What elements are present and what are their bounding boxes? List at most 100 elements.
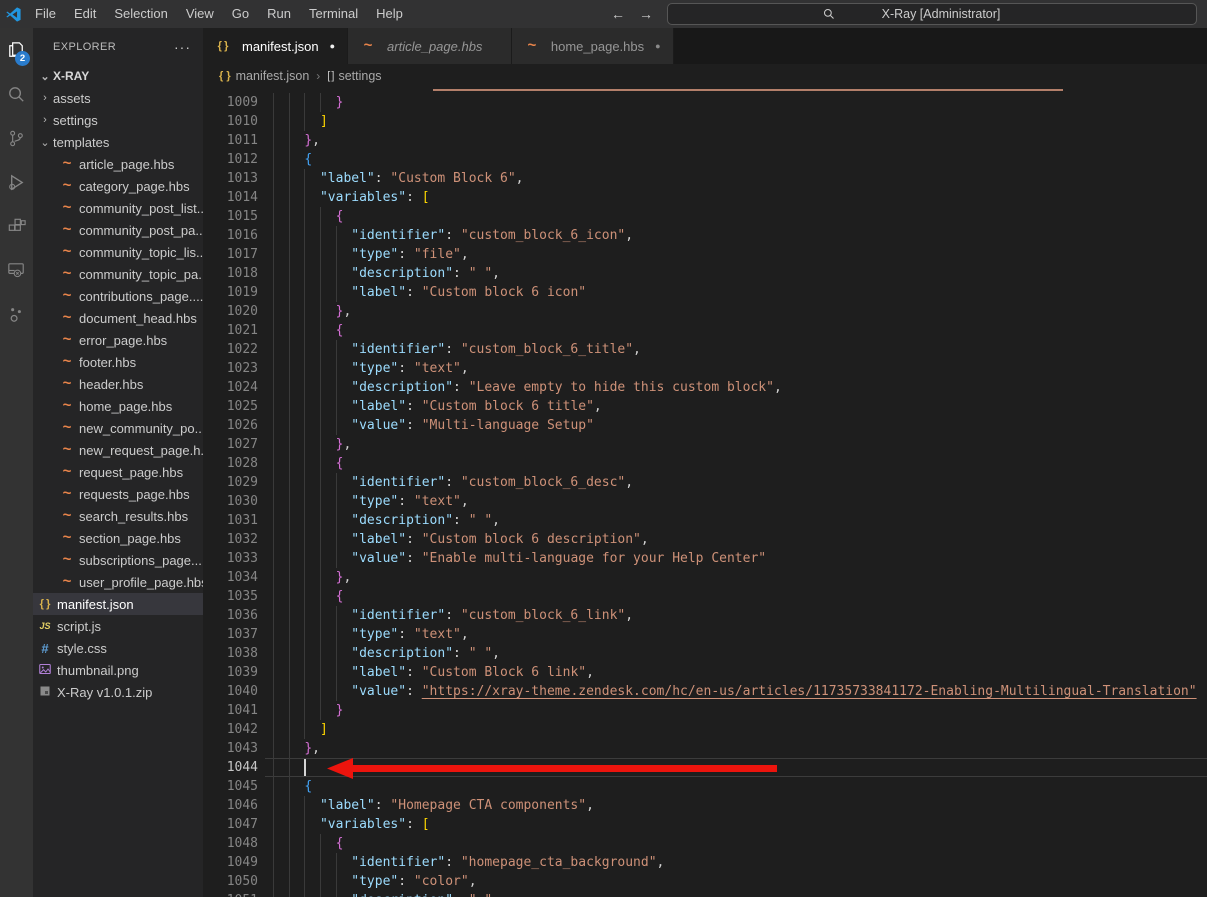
- activity-explorer-button[interactable]: 2: [0, 28, 33, 72]
- code-line[interactable]: 1033 "value": "Enable multi-language for…: [203, 549, 1207, 568]
- tree-item-community-post-pa-[interactable]: ~community_post_pa...: [33, 219, 203, 241]
- tree-item-community-topic-pa-[interactable]: ~community_topic_pa...: [33, 263, 203, 285]
- activity-remote-explorer-button[interactable]: [0, 248, 33, 292]
- activity-extensions-button[interactable]: [0, 204, 33, 248]
- code-line[interactable]: 1050 "type": "color",: [203, 872, 1207, 891]
- tree-item-contributions-page-[interactable]: ~contributions_page....: [33, 285, 203, 307]
- code-line[interactable]: 1023 "type": "text",: [203, 359, 1207, 378]
- menu-file[interactable]: File: [26, 0, 65, 28]
- tree-item-community-post-list-[interactable]: ~community_post_list...: [33, 197, 203, 219]
- menu-run[interactable]: Run: [258, 0, 300, 28]
- tree-item-style-css[interactable]: #style.css: [33, 637, 203, 659]
- menu-view[interactable]: View: [177, 0, 223, 28]
- tree-item-manifest-json[interactable]: { }manifest.json: [33, 593, 203, 615]
- tree-item-article-page-hbs[interactable]: ~article_page.hbs: [33, 153, 203, 175]
- tree-item-section-page-hbs[interactable]: ~section_page.hbs: [33, 527, 203, 549]
- activity-extension-dots-button[interactable]: [0, 292, 33, 336]
- code-line[interactable]: 1012 {: [203, 150, 1207, 169]
- tree-item-script-js[interactable]: JSscript.js: [33, 615, 203, 637]
- search-input[interactable]: [841, 7, 1041, 21]
- code-line[interactable]: 1009 }: [203, 93, 1207, 112]
- code-line[interactable]: 1045 {: [203, 777, 1207, 796]
- tree-item-templates[interactable]: ⌄templates: [33, 131, 203, 153]
- code-line[interactable]: 1014 "variables": [: [203, 188, 1207, 207]
- tree-item-new-community-po-[interactable]: ~new_community_po...: [33, 417, 203, 439]
- menu-go[interactable]: Go: [223, 0, 258, 28]
- tree-item-assets[interactable]: ›assets: [33, 87, 203, 109]
- code-line[interactable]: 1034 },: [203, 568, 1207, 587]
- tree-item-user-profile-page-hbs[interactable]: ~user_profile_page.hbs: [33, 571, 203, 593]
- code-line[interactable]: 1039 "label": "Custom Block 6 link",: [203, 663, 1207, 682]
- code-line[interactable]: 1041 }: [203, 701, 1207, 720]
- tree-item-community-topic-lis-[interactable]: ~community_topic_lis...: [33, 241, 203, 263]
- code-line[interactable]: 1017 "type": "file",: [203, 245, 1207, 264]
- tree-item-settings[interactable]: ›settings: [33, 109, 203, 131]
- tree-root-xray[interactable]: ⌄ X-RAY: [33, 65, 203, 87]
- tree-item-category-page-hbs[interactable]: ~category_page.hbs: [33, 175, 203, 197]
- code-line[interactable]: 1042 ]: [203, 720, 1207, 739]
- code-line[interactable]: 1047 "variables": [: [203, 815, 1207, 834]
- activity-search-button[interactable]: [0, 72, 33, 116]
- tree-item-footer-hbs[interactable]: ~footer.hbs: [33, 351, 203, 373]
- tab-manifest-json[interactable]: { }manifest.json●: [203, 28, 348, 64]
- modified-dot[interactable]: ●: [330, 41, 335, 51]
- explorer-more-actions-button[interactable]: ···: [174, 39, 191, 55]
- tab-home-page-hbs[interactable]: ~home_page.hbs●: [512, 28, 674, 64]
- code-line[interactable]: 1025 "label": "Custom block 6 title",: [203, 397, 1207, 416]
- tree-item-header-hbs[interactable]: ~header.hbs: [33, 373, 203, 395]
- code-line[interactable]: 1048 {: [203, 834, 1207, 853]
- code-line[interactable]: 1020 },: [203, 302, 1207, 321]
- code-line[interactable]: 1037 "type": "text",: [203, 625, 1207, 644]
- code-line[interactable]: 1031 "description": " ",: [203, 511, 1207, 530]
- code-line[interactable]: 1015 {: [203, 207, 1207, 226]
- code-line[interactable]: 1016 "identifier": "custom_block_6_icon"…: [203, 226, 1207, 245]
- command-center-search[interactable]: [667, 3, 1197, 25]
- code-line[interactable]: 1013 "label": "Custom Block 6",: [203, 169, 1207, 188]
- tree-item-requests-page-hbs[interactable]: ~requests_page.hbs: [33, 483, 203, 505]
- code-editor[interactable]: 1009 }1010 ]1011 },1012 {1013 "label": "…: [203, 88, 1207, 897]
- code-line[interactable]: 1032 "label": "Custom block 6 descriptio…: [203, 530, 1207, 549]
- tree-item-thumbnail-png[interactable]: thumbnail.png: [33, 659, 203, 681]
- menu-selection[interactable]: Selection: [105, 0, 176, 28]
- code-line[interactable]: 1046 "label": "Homepage CTA components",: [203, 796, 1207, 815]
- nav-forward-button[interactable]: →: [639, 6, 653, 22]
- code-line[interactable]: 1040 "value": "https://xray-theme.zendes…: [203, 682, 1207, 701]
- code-line[interactable]: 1049 "identifier": "homepage_cta_backgro…: [203, 853, 1207, 872]
- menu-terminal[interactable]: Terminal: [300, 0, 367, 28]
- code-line[interactable]: 1036 "identifier": "custom_block_6_link"…: [203, 606, 1207, 625]
- activity-run-and-debug-button[interactable]: [0, 160, 33, 204]
- nav-back-button[interactable]: ←: [611, 6, 625, 22]
- tree-item-home-page-hbs[interactable]: ~home_page.hbs: [33, 395, 203, 417]
- code-line[interactable]: 1026 "value": "Multi-language Setup": [203, 416, 1207, 435]
- code-line[interactable]: 1038 "description": " ",: [203, 644, 1207, 663]
- modified-dot[interactable]: ●: [655, 41, 660, 51]
- code-line[interactable]: 1035 {: [203, 587, 1207, 606]
- activity-source-control-button[interactable]: [0, 116, 33, 160]
- code-line[interactable]: 1029 "identifier": "custom_block_6_desc"…: [203, 473, 1207, 492]
- menu-help[interactable]: Help: [367, 0, 412, 28]
- code-line[interactable]: 1019 "label": "Custom block 6 icon": [203, 283, 1207, 302]
- breadcrumb-node[interactable]: settings: [338, 69, 381, 83]
- code-line[interactable]: 1030 "type": "text",: [203, 492, 1207, 511]
- code-line[interactable]: 1051 "description": " ",: [203, 891, 1207, 897]
- code-line[interactable]: 1011 },: [203, 131, 1207, 150]
- code-line[interactable]: 1018 "description": " ",: [203, 264, 1207, 283]
- code-line[interactable]: 1043 },: [203, 739, 1207, 758]
- menu-edit[interactable]: Edit: [65, 0, 105, 28]
- code-line[interactable]: 1021 {: [203, 321, 1207, 340]
- tree-item-request-page-hbs[interactable]: ~request_page.hbs: [33, 461, 203, 483]
- tree-item-new-request-page-h-[interactable]: ~new_request_page.h...: [33, 439, 203, 461]
- code-line[interactable]: 1022 "identifier": "custom_block_6_title…: [203, 340, 1207, 359]
- code-line[interactable]: 1027 },: [203, 435, 1207, 454]
- tree-item-x-ray-v1-0-1-zip[interactable]: X-Ray v1.0.1.zip: [33, 681, 203, 703]
- code-line[interactable]: 1044: [203, 758, 1207, 777]
- code-line[interactable]: 1010 ]: [203, 112, 1207, 131]
- tree-item-error-page-hbs[interactable]: ~error_page.hbs: [33, 329, 203, 351]
- code-line[interactable]: 1028 {: [203, 454, 1207, 473]
- tree-item-subscriptions-page-[interactable]: ~subscriptions_page....: [33, 549, 203, 571]
- tab-article-page-hbs[interactable]: ~article_page.hbs●: [348, 28, 512, 64]
- tree-item-document-head-hbs[interactable]: ~document_head.hbs: [33, 307, 203, 329]
- breadcrumb-file[interactable]: manifest.json: [236, 69, 310, 83]
- code-line[interactable]: 1024 "description": "Leave empty to hide…: [203, 378, 1207, 397]
- tree-item-search-results-hbs[interactable]: ~search_results.hbs: [33, 505, 203, 527]
